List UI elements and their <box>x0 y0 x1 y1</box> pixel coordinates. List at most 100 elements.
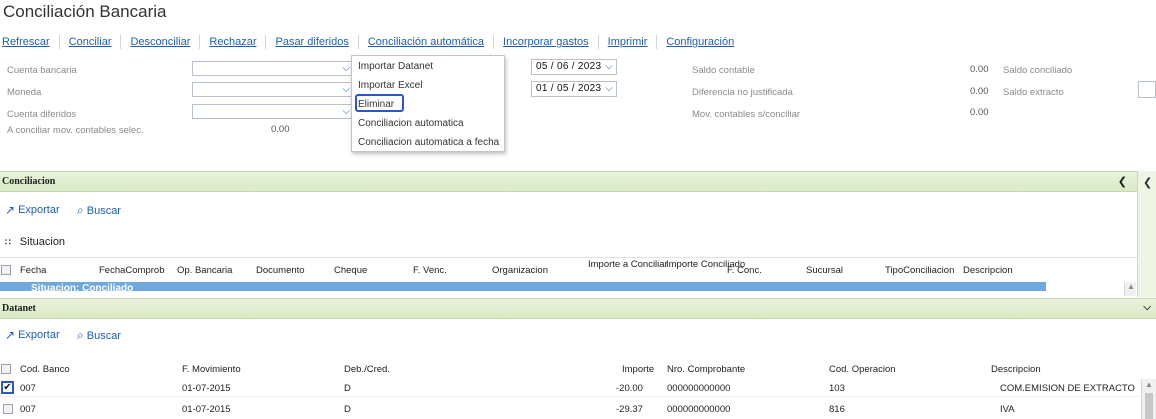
saldo-extracto-label: Saldo extracto <box>1003 87 1064 98</box>
chevron-down-icon: ⌵ <box>342 106 350 117</box>
cuenta-bancaria-label: Cuenta bancaria <box>7 65 77 76</box>
col-f-conc[interactable]: F. Conc. <box>727 265 762 276</box>
configuracion-button[interactable]: Configuración <box>657 35 743 49</box>
divider <box>0 257 1137 258</box>
col-documento[interactable]: Documento <box>256 265 305 276</box>
menu-importar-excel[interactable]: Importar Excel <box>358 80 422 91</box>
group-label: Situacion <box>19 236 66 248</box>
fecha-hasta-value: 05 / 06 / 2023 <box>536 61 602 72</box>
datanet-scrollbar[interactable]: ▲ <box>1141 379 1156 419</box>
rechazar-button[interactable]: Rechazar <box>200 35 267 49</box>
select-all-checkbox[interactable] <box>1 265 11 275</box>
conciliar-button[interactable]: Conciliar <box>60 35 122 49</box>
cell-descripcion: COM.EMISION DE EXTRACTO Q <box>1000 383 1138 394</box>
row-checkbox-checked[interactable]: ✔ <box>1 381 14 394</box>
scroll-thumb[interactable] <box>1145 393 1153 419</box>
table-row[interactable]: ✔ 007 01-07-2015 D -20.00 000000000000 1… <box>0 379 1140 397</box>
cell-importe: -29.37 <box>616 404 643 415</box>
chevron-down-icon: ⌵ <box>342 84 350 95</box>
col-importe-conciliado[interactable]: Importe Conciliado <box>666 260 745 270</box>
row-checkbox[interactable] <box>3 404 13 414</box>
datanet-exportar-button[interactable]: ↗ Exportar <box>5 328 60 342</box>
conciliacion-section-header[interactable]: Conciliacion ❮ <box>0 171 1137 192</box>
col-cod-banco[interactable]: Cod. Banco <box>20 364 70 375</box>
chevron-down-icon: ⌵ <box>605 61 613 72</box>
page-title: Conciliación Bancaria <box>3 2 167 21</box>
group-by-situacion[interactable]: ∷ Situacion <box>5 236 65 248</box>
incorporar-gastos-button[interactable]: Incorporar gastos <box>494 35 599 49</box>
saldo-contable-value: 0.00 <box>970 64 989 75</box>
collapse-down-icon[interactable]: ⌵ <box>1143 302 1151 313</box>
col-descripcion[interactable]: Descripcion <box>963 265 1013 276</box>
datanet-section-header[interactable]: Datanet ⌵ <box>0 298 1156 319</box>
export-icon: ↗ <box>5 328 16 342</box>
diferencia-label: Diferencia no justificada <box>692 87 793 98</box>
side-panel-collapsed[interactable]: ❮ <box>1137 171 1156 297</box>
cell-importe: -20.00 <box>616 383 643 394</box>
cuenta-bancaria-select[interactable]: ⌵ <box>192 61 354 76</box>
col-f-venc[interactable]: F. Venc. <box>413 265 447 276</box>
chevron-down-icon: ⌵ <box>605 83 613 94</box>
scroll-up-icon[interactable]: ▲ <box>1127 282 1135 291</box>
cell-operacion: 103 <box>829 383 845 394</box>
cell-banco: 007 <box>20 383 36 394</box>
group-row-label: Situacion: Conciliado <box>31 283 134 291</box>
col-fecha-comprobante[interactable]: FechaComproba <box>99 265 165 276</box>
chevron-down-icon: ⌵ <box>342 63 350 74</box>
mov-contables-value: 0.00 <box>970 107 989 118</box>
buscar-label: Buscar <box>86 204 121 217</box>
saldo-extracto-input[interactable] <box>1138 81 1156 98</box>
col-deb-cred[interactable]: Deb./Cred. <box>344 364 390 375</box>
col-organizacion[interactable]: Organizacion <box>492 265 548 276</box>
expand-left-icon[interactable]: ❮ <box>1143 176 1152 189</box>
menu-eliminar-highlight <box>355 94 404 112</box>
cuenta-diferidos-select[interactable]: ⌵ <box>192 104 354 119</box>
cell-comprobante: 000000000000 <box>667 404 731 415</box>
export-icon: ↗ <box>5 203 16 217</box>
conciliacion-buscar-button[interactable]: ⌕ Buscar <box>77 203 121 218</box>
search-icon: ⌕ <box>77 203 84 217</box>
cuenta-diferidos-label: Cuenta diferidos <box>7 109 77 120</box>
conciliacion-exportar-button[interactable]: ↗ Exportar <box>5 203 60 217</box>
a-conciliar-label: A conciliar mov. contables selec. <box>7 125 144 136</box>
col-importe[interactable]: Importe <box>622 364 654 375</box>
imprimir-button[interactable]: Imprimir <box>599 35 658 49</box>
table-row[interactable]: 007 01-07-2015 D -29.37 000000000000 816… <box>0 398 1140 419</box>
cell-comprobante: 000000000000 <box>667 383 731 394</box>
col-fecha[interactable]: Fecha <box>20 265 46 276</box>
refrescar-button[interactable]: Refrescar <box>0 35 60 49</box>
col-f-movimiento[interactable]: F. Movimiento <box>182 364 241 375</box>
buscar-label: Buscar <box>86 329 121 342</box>
col-importe-a-conciliar[interactable]: Importe a Conciliar <box>588 260 668 270</box>
datanet-select-all-checkbox[interactable] <box>1 364 11 374</box>
col-cod-operacion[interactable]: Cod. Operacion <box>829 364 896 375</box>
moneda-label: Moneda <box>7 87 42 98</box>
col-tipo-conciliacion[interactable]: TipoConciliacion <box>885 265 957 276</box>
cell-banco: 007 <box>20 404 36 415</box>
menu-conciliacion-automatica-fecha[interactable]: Conciliacion automatica a fecha <box>358 137 499 148</box>
fecha-desde-value: 01 / 05 / 2023 <box>536 83 602 94</box>
col-op-bancaria[interactable]: Op. Bancaria <box>177 265 232 276</box>
fecha-desde-input[interactable]: 01 / 05 / 2023 ⌵ <box>531 81 617 97</box>
conciliacion-title: Conciliacion <box>2 176 56 187</box>
col-cheque[interactable]: Cheque <box>334 265 367 276</box>
col-descripcion-datanet[interactable]: Descripcion <box>991 364 1041 375</box>
fecha-hasta-input[interactable]: 05 / 06 / 2023 ⌵ <box>531 59 617 75</box>
conciliacion-automatica-button[interactable]: Conciliación automática <box>359 35 495 49</box>
col-nro-comprobante[interactable]: Nro. Comprobante <box>667 364 745 375</box>
group-row-conciliado[interactable]: Situacion: Conciliado <box>0 282 1046 291</box>
menu-importar-datanet[interactable]: Importar Datanet <box>358 61 433 72</box>
desconciliar-button[interactable]: Desconciliar <box>121 35 201 49</box>
grid-icon: ∷ <box>5 237 11 247</box>
saldo-conciliado-label: Saldo conciliado <box>1003 65 1073 76</box>
moneda-select[interactable]: ⌵ <box>192 82 354 97</box>
menu-conciliacion-automatica[interactable]: Conciliacion automatica <box>358 118 464 129</box>
search-icon: ⌕ <box>77 328 84 342</box>
scroll-up-icon[interactable]: ▲ <box>1145 380 1153 389</box>
collapse-left-icon[interactable]: ❮ <box>1118 175 1127 188</box>
pasar-diferidos-button[interactable]: Pasar diferidos <box>266 35 359 49</box>
datanet-title: Datanet <box>2 303 36 314</box>
datanet-buscar-button[interactable]: ⌕ Buscar <box>77 328 121 343</box>
col-sucursal[interactable]: Sucursal <box>806 265 843 276</box>
conciliacion-scrollbar[interactable]: ▲ <box>1124 282 1136 296</box>
